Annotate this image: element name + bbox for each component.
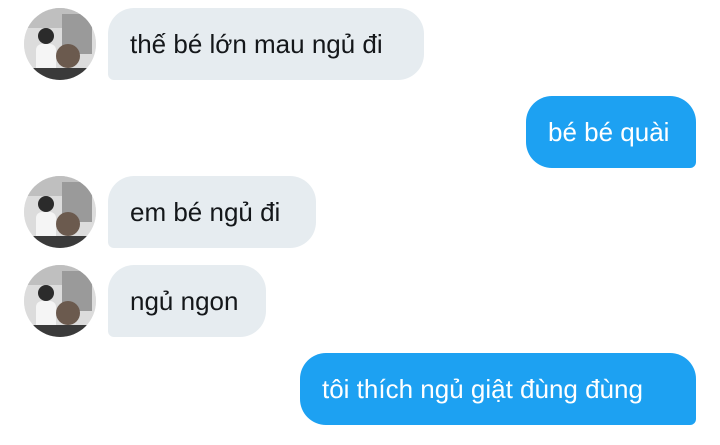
message-outgoing: tôi thích ngủ giật đùng đùng: [0, 0, 720, 445]
message-bubble: tôi thích ngủ giật đùng đùng: [300, 353, 696, 425]
conversation: thế bé lớn mau ngủ đi bé bé quài em bé n…: [0, 0, 720, 445]
